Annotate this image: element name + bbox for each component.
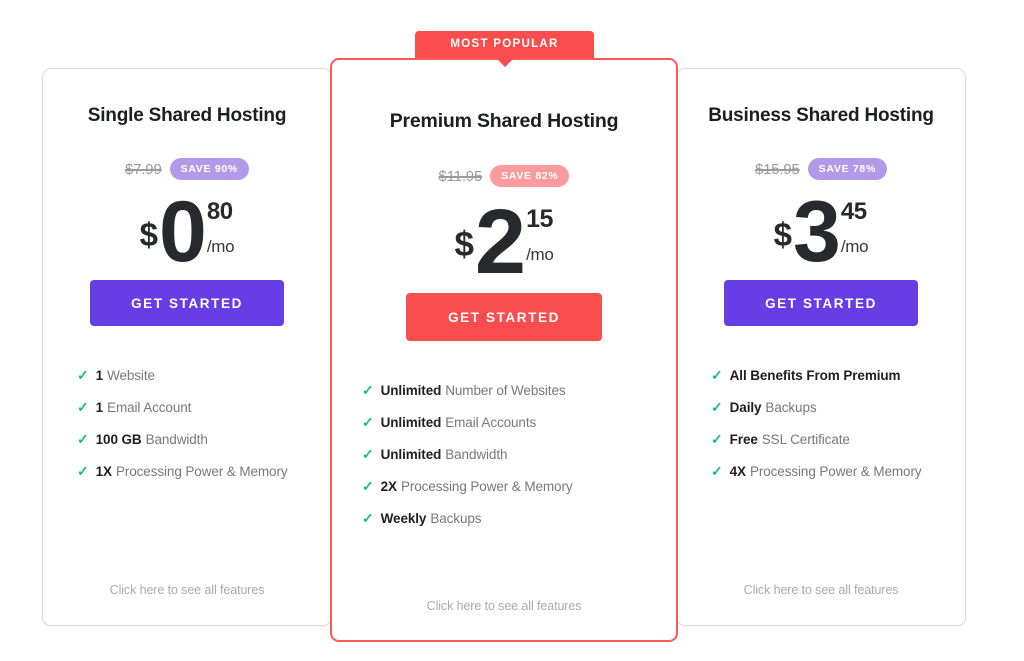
see-all-features-link[interactable]: Click here to see all features: [677, 583, 965, 597]
save-badge: SAVE 78%: [807, 158, 888, 180]
plan-title: Single Shared Hosting: [87, 105, 287, 126]
see-all-features-link[interactable]: Click here to see all features: [332, 599, 676, 613]
price-block: $ 3 45 /mo: [773, 184, 869, 280]
list-item: ✓ 1X Processing Power & Memory: [77, 464, 331, 479]
list-item: ✓ Weekly Backups: [362, 511, 676, 526]
feature-text: Processing Power & Memory: [400, 479, 573, 494]
check-icon: ✓: [711, 463, 723, 479]
feature-highlight: 1: [95, 368, 104, 383]
pricing-card-single: Single Shared Hosting $7.99 SAVE 90% $ 0…: [42, 68, 332, 626]
price-cents: 45: [840, 198, 867, 225]
list-item: ✓ 1 Email Account: [77, 400, 331, 415]
currency-symbol: $: [773, 216, 792, 253]
list-item: ✓ All Benefits From Premium: [711, 368, 965, 383]
plan-title: Premium Shared Hosting: [389, 110, 619, 132]
feature-text: Bandwidth: [445, 447, 508, 462]
feature-highlight: Free: [729, 432, 758, 447]
check-icon: ✓: [362, 446, 374, 462]
old-price-row: $7.99 SAVE 90%: [125, 158, 249, 180]
check-icon: ✓: [711, 399, 723, 415]
list-item: ✓ Daily Backups: [711, 400, 965, 415]
pricing-card-business: Business Shared Hosting $15.95 SAVE 78% …: [676, 68, 966, 626]
check-icon: ✓: [362, 478, 374, 494]
feature-list: ✓ All Benefits From Premium ✓ Daily Back…: [677, 368, 965, 496]
pricing-card-premium: Premium Shared Hosting $11.95 SAVE 82% $…: [330, 58, 678, 642]
price-cents: 15: [526, 205, 553, 233]
feature-highlight: 4X: [729, 464, 746, 479]
list-item: ✓ 4X Processing Power & Memory: [711, 464, 965, 479]
feature-highlight: All Benefits From Premium: [729, 368, 901, 383]
feature-highlight: Unlimited: [380, 447, 442, 462]
list-item: ✓ Unlimited Bandwidth: [362, 447, 676, 462]
feature-text: Backups: [765, 400, 817, 415]
ribbon-notch-icon: [495, 58, 514, 67]
price-period: /mo: [526, 245, 554, 264]
save-badge: SAVE 90%: [169, 158, 249, 180]
price-period: /mo: [840, 237, 869, 256]
check-icon: ✓: [362, 414, 374, 430]
check-icon: ✓: [77, 431, 89, 447]
list-item: ✓ 2X Processing Power & Memory: [362, 479, 676, 494]
price-whole: 0: [159, 184, 207, 280]
plan-title: Business Shared Hosting: [708, 105, 934, 126]
feature-text: Website: [107, 368, 155, 383]
check-icon: ✓: [711, 367, 723, 383]
get-started-button[interactable]: GET STARTED: [724, 280, 918, 326]
feature-highlight: 2X: [380, 479, 397, 494]
list-item: ✓ Unlimited Email Accounts: [362, 415, 676, 430]
get-started-button[interactable]: GET STARTED: [406, 293, 602, 341]
most-popular-ribbon: MOST POPULAR: [415, 31, 594, 67]
feature-text: Backups: [430, 511, 482, 526]
check-icon: ✓: [77, 367, 89, 383]
feature-highlight: 1X: [95, 464, 112, 479]
pricing-section: Single Shared Hosting $7.99 SAVE 90% $ 0…: [0, 0, 1024, 661]
old-price-row: $11.95 SAVE 82%: [439, 165, 570, 187]
see-all-features-link[interactable]: Click here to see all features: [43, 583, 331, 597]
save-badge: SAVE 82%: [490, 165, 570, 187]
old-price: $15.95: [754, 160, 800, 178]
get-started-button[interactable]: GET STARTED: [90, 280, 284, 326]
feature-text: Bandwidth: [145, 432, 208, 447]
most-popular-label: MOST POPULAR: [415, 31, 594, 58]
list-item: ✓ Unlimited Number of Websites: [362, 383, 676, 398]
feature-list: ✓ Unlimited Number of Websites ✓ Unlimit…: [332, 383, 676, 543]
list-item: ✓ 1 Website: [77, 368, 331, 383]
price-fraction-column: 15 /mo: [526, 203, 554, 265]
price-whole: 3: [793, 184, 841, 280]
feature-highlight: Weekly: [380, 511, 427, 526]
price-period: /mo: [206, 237, 235, 256]
price-cents: 80: [206, 198, 233, 225]
feature-text: Number of Websites: [445, 383, 566, 398]
feature-highlight: 1: [95, 400, 104, 415]
feature-text: Email Account: [107, 400, 192, 415]
old-price-row: $15.95 SAVE 78%: [754, 158, 888, 180]
feature-text: Processing Power & Memory: [749, 464, 922, 479]
feature-text: Processing Power & Memory: [115, 464, 288, 479]
check-icon: ✓: [362, 382, 374, 398]
feature-highlight: Daily: [729, 400, 762, 415]
old-price: $7.99: [125, 160, 162, 178]
feature-highlight: 100 GB: [95, 432, 142, 447]
price-block: $ 2 15 /mo: [454, 191, 554, 293]
price-block: $ 0 80 /mo: [139, 184, 235, 280]
list-item: ✓ 100 GB Bandwidth: [77, 432, 331, 447]
feature-text: Email Accounts: [445, 415, 537, 430]
check-icon: ✓: [77, 463, 89, 479]
check-icon: ✓: [77, 399, 89, 415]
price-fraction-column: 45 /mo: [840, 196, 869, 257]
price-whole: 2: [474, 191, 526, 293]
feature-highlight: Unlimited: [380, 383, 442, 398]
feature-text: SSL Certificate: [761, 432, 850, 447]
price-fraction-column: 80 /mo: [206, 196, 235, 257]
check-icon: ✓: [711, 431, 723, 447]
feature-list: ✓ 1 Website ✓ 1 Email Account ✓ 100 GB B…: [43, 368, 331, 496]
check-icon: ✓: [362, 510, 374, 526]
feature-highlight: Unlimited: [380, 415, 442, 430]
old-price: $11.95: [438, 167, 483, 185]
list-item: ✓ Free SSL Certificate: [711, 432, 965, 447]
currency-symbol: $: [454, 225, 473, 264]
currency-symbol: $: [139, 216, 158, 253]
